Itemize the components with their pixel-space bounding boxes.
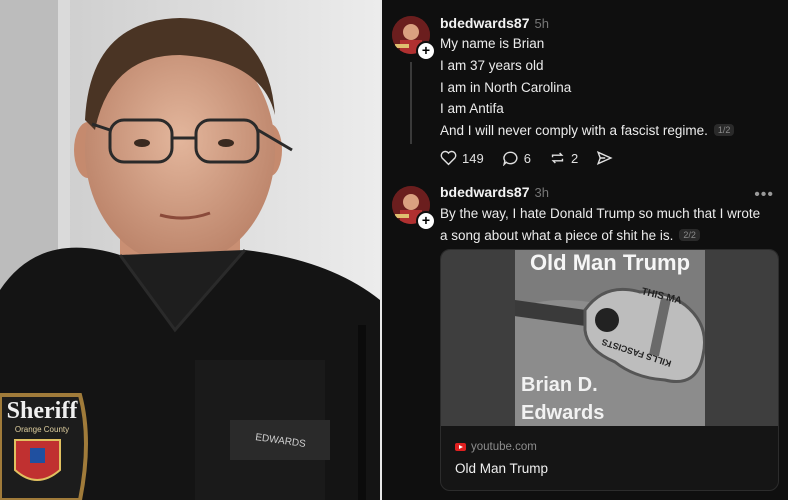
post-text-line: My name is Brian <box>440 36 545 51</box>
link-domain: youtube.com <box>455 441 537 453</box>
more-options-icon[interactable]: ••• <box>754 186 774 204</box>
post-text-line: I am in North Carolina <box>440 80 572 95</box>
like-button[interactable]: 149 <box>440 150 484 166</box>
heart-icon <box>440 150 457 166</box>
thread-line <box>410 62 412 144</box>
profile-photo: Sheriff Orange County EDWARDS <box>0 0 380 500</box>
youtube-icon <box>455 443 466 451</box>
link-title[interactable]: Old Man Trump <box>455 461 548 476</box>
repost-count: 2 <box>570 150 579 166</box>
repost-button[interactable]: 2 <box>549 150 578 166</box>
cover-artist-line1: Brian D. <box>521 374 598 396</box>
post-actions: 149 6 2 <box>440 148 636 168</box>
post-text-line: a song about what a piece of shit he is.… <box>440 228 700 243</box>
comment-button[interactable]: 6 <box>502 150 531 166</box>
officer-portrait-image: Sheriff Orange County EDWARDS <box>0 0 380 500</box>
post-text-last: And I will never comply with a fascist r… <box>440 123 708 138</box>
post-time: 5h <box>534 16 549 31</box>
post-text-line: And I will never comply with a fascist r… <box>440 123 735 138</box>
patch-subtext: Orange County <box>15 425 69 434</box>
post-text-line: I am Antifa <box>440 101 504 116</box>
album-cover: THIS MA KILLS FASCISTS Old Man Trump Bri… <box>515 250 705 426</box>
share-button[interactable] <box>596 150 618 166</box>
username-text[interactable]: bdedwards87 <box>440 15 529 31</box>
follow-plus-icon[interactable]: + <box>416 211 436 231</box>
patch-text: Sheriff <box>7 398 79 424</box>
link-preview-card[interactable]: THIS MA KILLS FASCISTS Old Man Trump Bri… <box>440 249 779 491</box>
repost-icon <box>551 152 564 164</box>
post-text-last: a song about what a piece of shit he is. <box>440 228 674 243</box>
post-text-line: By the way, I hate Donald Trump so much … <box>440 206 761 221</box>
thread-pager: 2/2 <box>679 229 700 241</box>
cover-title: Old Man Trump <box>529 250 691 275</box>
threads-feed: + bdedwards87 5h My name is Brian I am 37… <box>382 0 788 500</box>
thread-pager: 1/2 <box>713 124 735 136</box>
share-icon <box>597 150 613 166</box>
post-username[interactable]: bdedwards87 5h <box>440 15 549 31</box>
link-domain-text: youtube.com <box>471 441 537 453</box>
comment-count: 6 <box>523 150 531 166</box>
ukulele-image: THIS MA KILLS FASCISTS <box>515 250 705 426</box>
comment-icon <box>502 151 518 166</box>
follow-plus-icon[interactable]: + <box>416 41 436 61</box>
username-text[interactable]: bdedwards87 <box>440 184 529 200</box>
post-time: 3h <box>534 185 549 200</box>
cover-artist-line2: Edwards <box>521 402 605 424</box>
post-username[interactable]: bdedwards87 3h <box>440 184 549 200</box>
link-thumbnail: THIS MA KILLS FASCISTS Old Man Trump Bri… <box>441 250 778 426</box>
post-text-line: I am 37 years old <box>440 58 544 73</box>
like-count: 149 <box>462 150 484 166</box>
